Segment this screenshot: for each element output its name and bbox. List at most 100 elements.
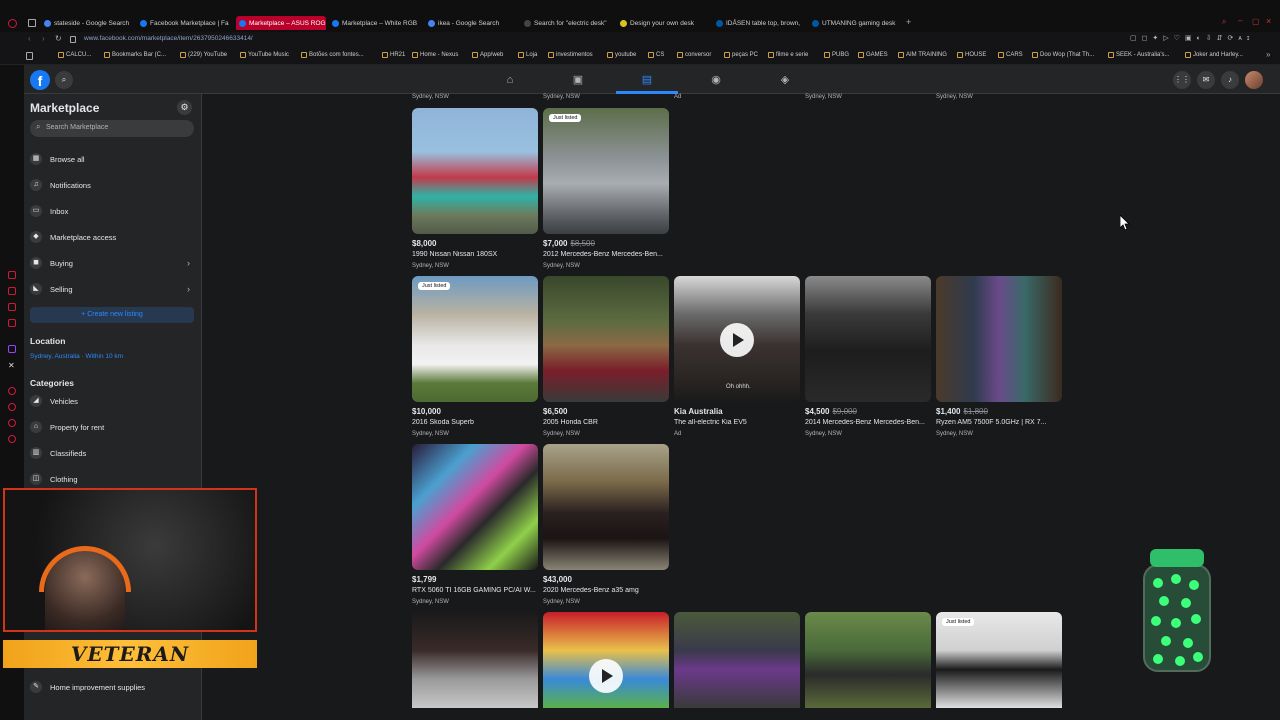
bookmark-item[interactable]: Botões com fontes... [301,52,364,58]
listing-photo[interactable] [936,276,1062,402]
browser-tab[interactable]: Marketplace – ASUS ROG [236,16,326,30]
apps-icon[interactable] [26,52,33,60]
listing-title[interactable]: 1990 Nissan Nissan 180SX [412,251,538,258]
messenger-icon[interactable]: ✉ [1197,71,1215,89]
bookmark-item[interactable]: Loja [518,52,537,58]
rail-app-icon[interactable] [8,319,16,327]
category-property-for-rent[interactable]: ⌂ Property for rent [30,417,198,437]
search-tabs-icon[interactable]: ⌕ [1222,17,1226,27]
listing-photo[interactable] [936,612,1062,708]
profile-avatar[interactable] [1245,71,1263,89]
notifications-bell-icon[interactable]: ♪ [1221,71,1239,89]
rail-app-icon[interactable] [8,435,16,443]
listing-photo[interactable] [805,276,931,402]
rail-app-icon[interactable] [8,303,16,311]
sidebar-item-selling[interactable]: ◣ Selling › [30,279,198,299]
create-new-listing-button[interactable]: + Create new listing [30,307,194,323]
search-icon[interactable]: ⌕ [55,71,73,89]
bookmark-item[interactable]: Joker and Harley... [1185,52,1243,58]
location-filter-link[interactable]: Sydney, Australia · Within 10 km [30,353,123,360]
minimize-window-icon[interactable]: – [1238,16,1242,25]
menu-grid-icon[interactable]: ⋮⋮ [1173,71,1191,89]
listing-photo[interactable] [543,444,669,570]
listing-title[interactable]: The all-electric Kia EV5 [674,419,800,426]
x-icon[interactable]: ✕ [8,361,15,370]
browser-tab[interactable]: Search for "electric desk" [524,16,616,30]
listing-photo[interactable] [543,276,669,402]
twitch-icon[interactable] [8,345,16,353]
search-marketplace-input[interactable]: ⌕ Search Marketplace [30,120,194,137]
rail-app-icon[interactable] [8,287,16,295]
bookmark-item[interactable]: YouTube Music [240,52,289,58]
bookmark-item[interactable]: CARS [998,52,1023,58]
browser-tab[interactable]: IDÅSEN table top, brown, [716,16,808,30]
browser-menu-icon[interactable] [8,19,17,28]
category-home-improvement[interactable]: ✎ Home improvement supplies [30,677,198,697]
bookmark-item[interactable]: SEEK - Australia's... [1108,52,1170,58]
browser-tab[interactable]: stateside - Google Search [44,16,136,30]
browser-tab[interactable]: ikea - Google Search [428,16,520,30]
sidebar-item-browse-all[interactable]: ▦ Browse all [30,149,198,169]
forward-icon[interactable]: › [42,34,45,43]
category-clothing[interactable]: ◫ Clothing [30,469,198,489]
bookmark-item[interactable]: Home - Nexus [412,52,458,58]
listing-title[interactable]: 2016 Škoda Superb [412,419,538,426]
bookmark-item[interactable]: conversor [677,52,711,58]
marketplace-settings-icon[interactable]: ⚙ [177,100,192,115]
new-tab-icon[interactable]: + [906,17,911,27]
extension-icons[interactable]: ▢◻✦▷♡▣◐⇩⇵⟳ᴀɪ [1130,34,1254,42]
bookmark-item[interactable]: Doo Wop (That Th... [1032,52,1094,58]
sidebar-item-inbox[interactable]: ▭ Inbox [30,201,198,221]
bookmark-item[interactable]: PUBG [824,52,849,58]
sidebar-item-notifications[interactable]: ♫ Notifications [30,175,198,195]
listing-photo[interactable] [412,612,538,708]
listing-photo[interactable] [412,444,538,570]
category-classifieds[interactable]: ▥ Classifieds [30,443,198,463]
rail-app-icon[interactable] [8,419,16,427]
rail-app-icon[interactable] [8,271,16,279]
browser-tab[interactable]: Facebook Marketplace | Fa [140,16,230,30]
bookmark-item[interactable]: filme e serie [768,52,808,58]
bookmark-item[interactable]: peças PC [724,52,758,58]
bookmark-item[interactable]: HR21 [382,52,405,58]
bookmark-item[interactable]: App/web [472,52,503,58]
bookmark-item[interactable]: Bookmarks Bar (C... [104,52,166,58]
listing-photo[interactable] [412,108,538,234]
bookmark-item[interactable]: (229) YouTube [180,52,227,58]
groups-icon[interactable]: ◉ [709,73,723,87]
browser-tab[interactable]: UTMANING gaming desk [812,16,904,30]
back-icon[interactable]: ‹ [28,34,31,43]
play-video-icon[interactable] [589,659,623,693]
bookmark-item[interactable]: investimentos [548,52,593,58]
marketplace-icon[interactable]: ▤ [640,73,654,87]
bookmark-item[interactable]: GAMES [858,52,888,58]
play-video-icon[interactable] [720,323,754,357]
bookmark-item[interactable]: CS [648,52,664,58]
gaming-icon[interactable]: ◈ [778,73,792,87]
site-info-icon[interactable] [70,36,76,43]
listing-photo[interactable] [805,612,931,708]
browser-tab[interactable]: Design your own desk [620,16,712,30]
listing-title[interactable]: 2014 Mercedes-Benz Mercedes-Ben... [805,419,931,426]
listing-photo[interactable] [674,612,800,708]
reload-icon[interactable]: ↻ [55,34,62,43]
more-bookmarks-icon[interactable]: » [1266,50,1270,59]
bookmark-item[interactable]: youtube [607,52,636,58]
rail-app-icon[interactable] [8,387,16,395]
url-text[interactable]: www.facebook.com/marketplace/item/263795… [84,35,253,42]
bookmark-item[interactable]: HOUSE [957,52,986,58]
listing-title[interactable]: 2005 Honda CBR [543,419,669,426]
facebook-logo[interactable]: f [30,70,50,90]
listing-photo[interactable] [543,108,669,234]
listing-title[interactable]: Ryzen AM5 7500F 5.0GHz | RX 7... [936,419,1062,426]
maximize-window-icon[interactable]: ▢ [1252,17,1260,26]
listing-title[interactable]: RTX 5060 TI 16GB GAMING PC/AI W... [412,587,538,594]
listing-photo[interactable] [412,276,538,402]
bookmark-item[interactable]: CALCU... [58,52,91,58]
close-window-icon[interactable]: × [1266,16,1271,26]
sidebar-item-marketplace-access[interactable]: ◆ Marketplace access [30,227,198,247]
category-vehicles[interactable]: ◢ Vehicles [30,391,198,411]
tab-actions-icon[interactable] [28,19,36,27]
home-icon[interactable]: ⌂ [503,73,517,87]
sidebar-item-buying[interactable]: ◼ Buying › [30,253,198,273]
